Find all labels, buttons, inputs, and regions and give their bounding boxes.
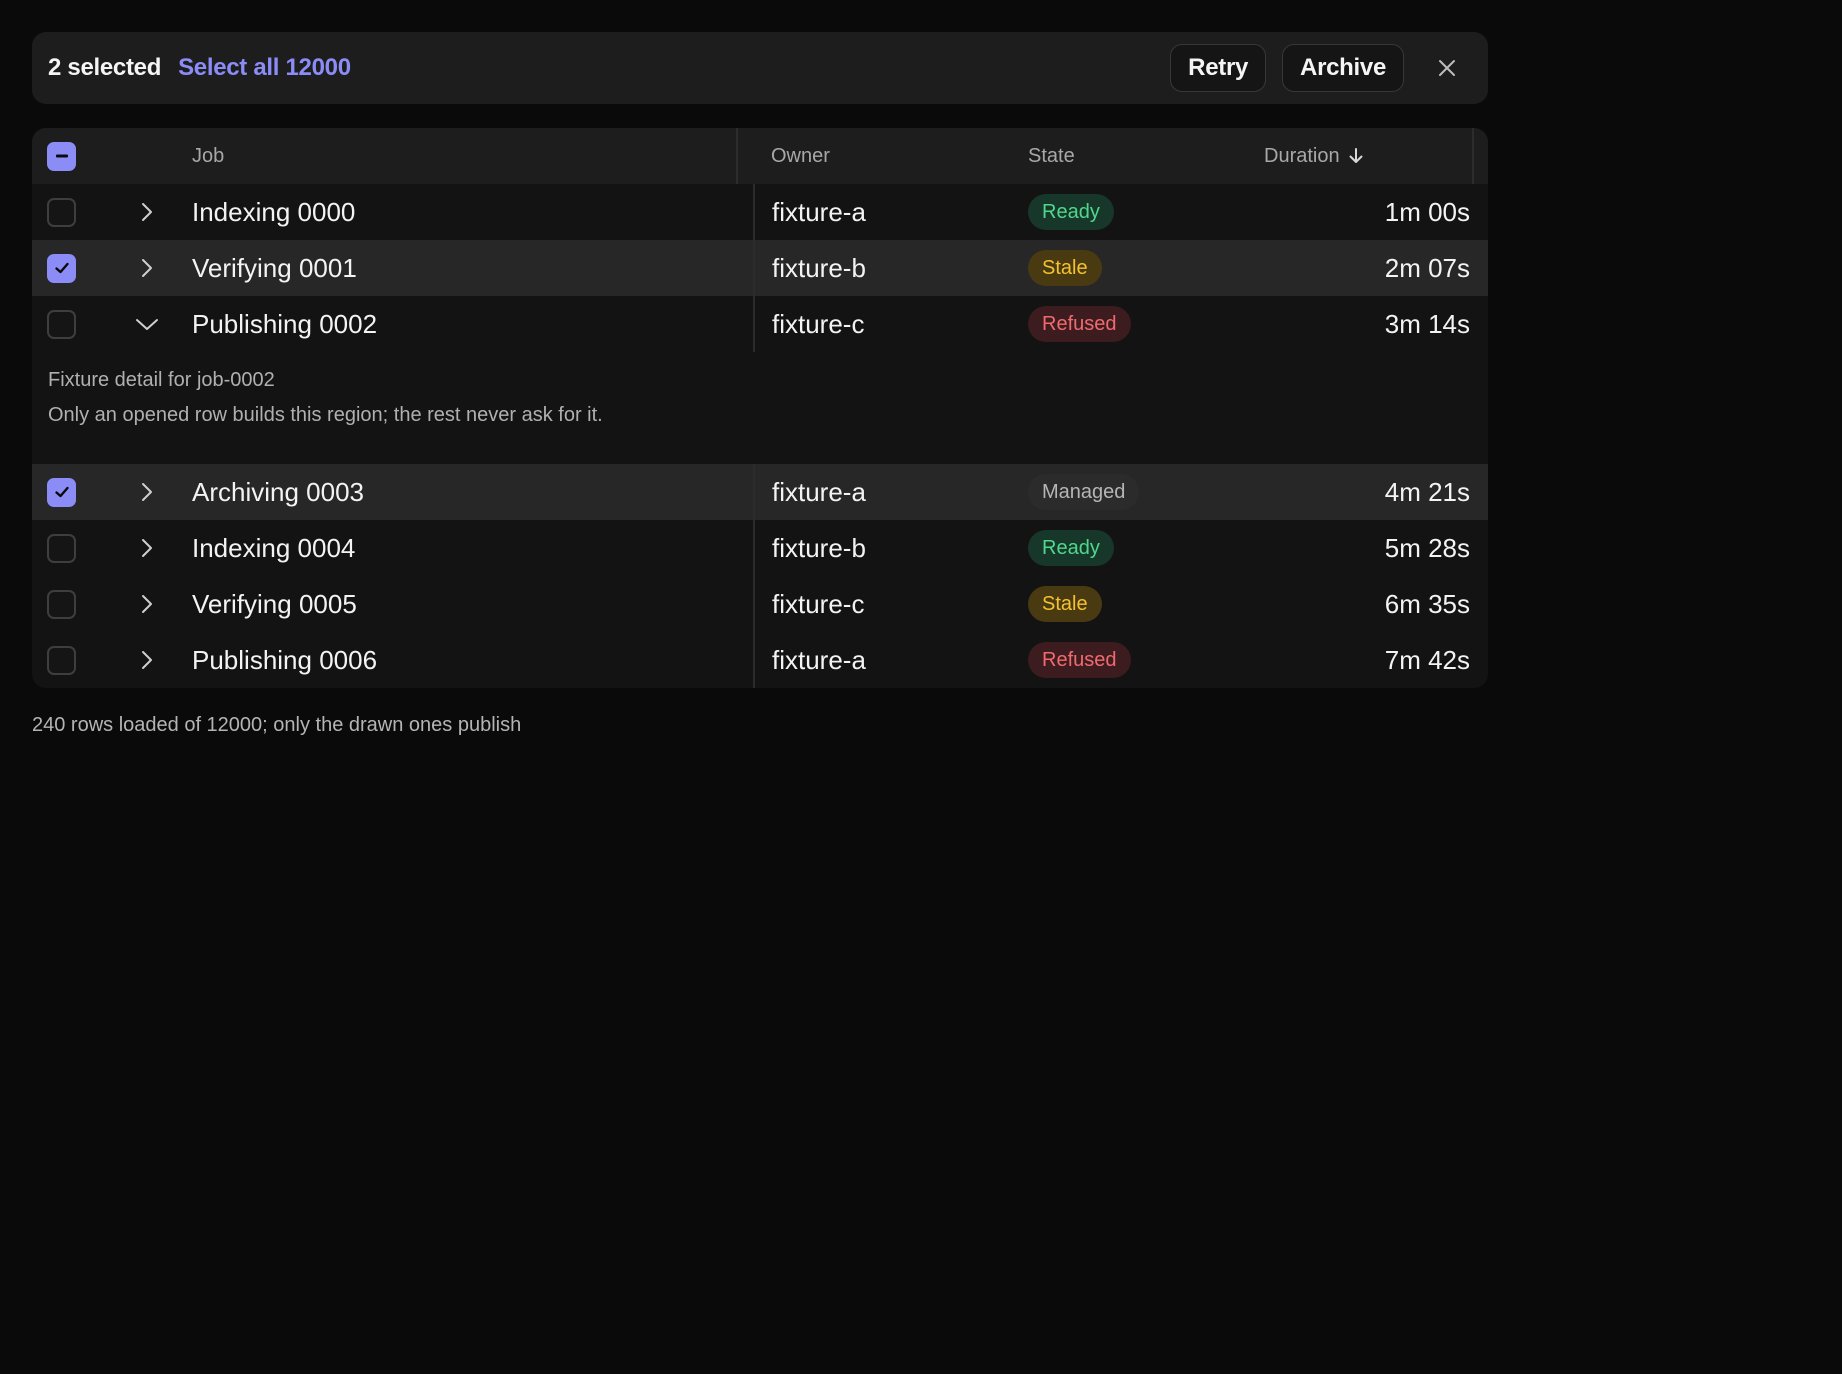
table-row[interactable]: Archiving 0003 fixture-a Managed 4m 21s: [32, 464, 1488, 520]
table-row[interactable]: Publishing 0002 fixture-c Refused 3m 14s: [32, 296, 1488, 352]
chevron-down-icon[interactable]: [132, 296, 162, 352]
selected-count: 2 selected: [48, 54, 162, 81]
retry-button[interactable]: Retry: [1170, 44, 1267, 92]
column-header-duration[interactable]: Duration: [1264, 128, 1366, 184]
row-checkbox[interactable]: [47, 197, 76, 227]
close-icon[interactable]: [1432, 53, 1462, 83]
duration-value: 1m 00s: [1384, 196, 1470, 227]
owner-name: fixture-b: [772, 532, 866, 563]
table-row[interactable]: Verifying 0005 fixture-c Stale 6m 35s: [32, 576, 1488, 632]
duration-value: 3m 14s: [1384, 308, 1470, 339]
rows-loaded-status: 240 rows loaded of 12000; only the drawn…: [32, 714, 522, 736]
chevron-right-icon[interactable]: [132, 632, 162, 688]
row-detail-panel: Fixture detail for job-0002 Only an opene…: [32, 352, 1488, 464]
job-name: Verifying 0001: [192, 252, 357, 283]
duration-value: 7m 42s: [1384, 644, 1470, 675]
row-checkbox[interactable]: [47, 309, 76, 339]
archive-button[interactable]: Archive: [1282, 44, 1404, 92]
owner-name: fixture-a: [772, 196, 866, 227]
status-badge: Managed: [1028, 474, 1140, 510]
column-header-job[interactable]: Job: [192, 128, 224, 184]
owner-name: fixture-a: [772, 644, 866, 675]
column-divider[interactable]: [1472, 128, 1474, 184]
table-body: Indexing 0000 fixture-a Ready 1m 00s Verifyi…: [32, 184, 1488, 688]
status-badge: Refused: [1028, 642, 1131, 678]
status-badge: Ready: [1028, 530, 1114, 566]
table-row[interactable]: Indexing 0004 fixture-b Ready 5m 28s: [32, 520, 1488, 576]
duration-header-label: Duration: [1264, 144, 1340, 167]
job-name: Verifying 0005: [192, 588, 357, 619]
select-all-link[interactable]: Select all 12000: [178, 54, 351, 82]
chevron-right-icon[interactable]: [132, 240, 162, 296]
column-header-state[interactable]: State: [1028, 128, 1075, 184]
jobs-table: Job Owner State Duration Indexing 0000 fi…: [32, 128, 1488, 688]
row-checkbox[interactable]: [47, 589, 76, 619]
duration-value: 4m 21s: [1384, 476, 1470, 507]
row-checkbox[interactable]: [47, 253, 76, 283]
job-name: Publishing 0006: [192, 644, 378, 675]
job-name: Publishing 0002: [192, 308, 378, 339]
owner-name: fixture-b: [772, 252, 866, 283]
column-divider[interactable]: [736, 128, 738, 184]
duration-value: 5m 28s: [1384, 532, 1470, 563]
job-name: Indexing 0000: [192, 196, 356, 227]
status-badge: Ready: [1028, 194, 1114, 230]
table-header: Job Owner State Duration: [32, 128, 1488, 184]
row-checkbox[interactable]: [47, 477, 76, 507]
sort-arrow-down-icon: [1349, 148, 1363, 163]
duration-value: 6m 35s: [1384, 588, 1470, 619]
owner-name: fixture-a: [772, 476, 866, 507]
row-checkbox[interactable]: [47, 533, 76, 563]
row-checkbox[interactable]: [47, 645, 76, 675]
job-name: Archiving 0003: [192, 476, 364, 507]
job-name: Indexing 0004: [192, 532, 356, 563]
status-badge: Stale: [1028, 586, 1102, 622]
selection-bar: 2 selected Select all 12000 Retry Archiv…: [32, 32, 1488, 104]
table-row[interactable]: Indexing 0000 fixture-a Ready 1m 00s: [32, 184, 1488, 240]
chevron-right-icon[interactable]: [132, 464, 162, 520]
select-all-checkbox[interactable]: [47, 141, 76, 171]
chevron-right-icon[interactable]: [132, 184, 162, 240]
detail-text: Only an opened row builds this region; t…: [48, 404, 603, 426]
table-row[interactable]: Verifying 0001 fixture-b Stale 2m 07s: [32, 240, 1488, 296]
chevron-right-icon[interactable]: [132, 576, 162, 632]
duration-value: 2m 07s: [1384, 252, 1470, 283]
chevron-right-icon[interactable]: [132, 520, 162, 576]
status-badge: Refused: [1028, 306, 1131, 342]
detail-title: Fixture detail for job-0002: [48, 369, 275, 391]
status-badge: Stale: [1028, 250, 1102, 286]
column-header-owner[interactable]: Owner: [771, 128, 830, 184]
owner-name: fixture-c: [772, 308, 865, 339]
owner-name: fixture-c: [772, 588, 865, 619]
table-row[interactable]: Publishing 0006 fixture-a Refused 7m 42s: [32, 632, 1488, 688]
